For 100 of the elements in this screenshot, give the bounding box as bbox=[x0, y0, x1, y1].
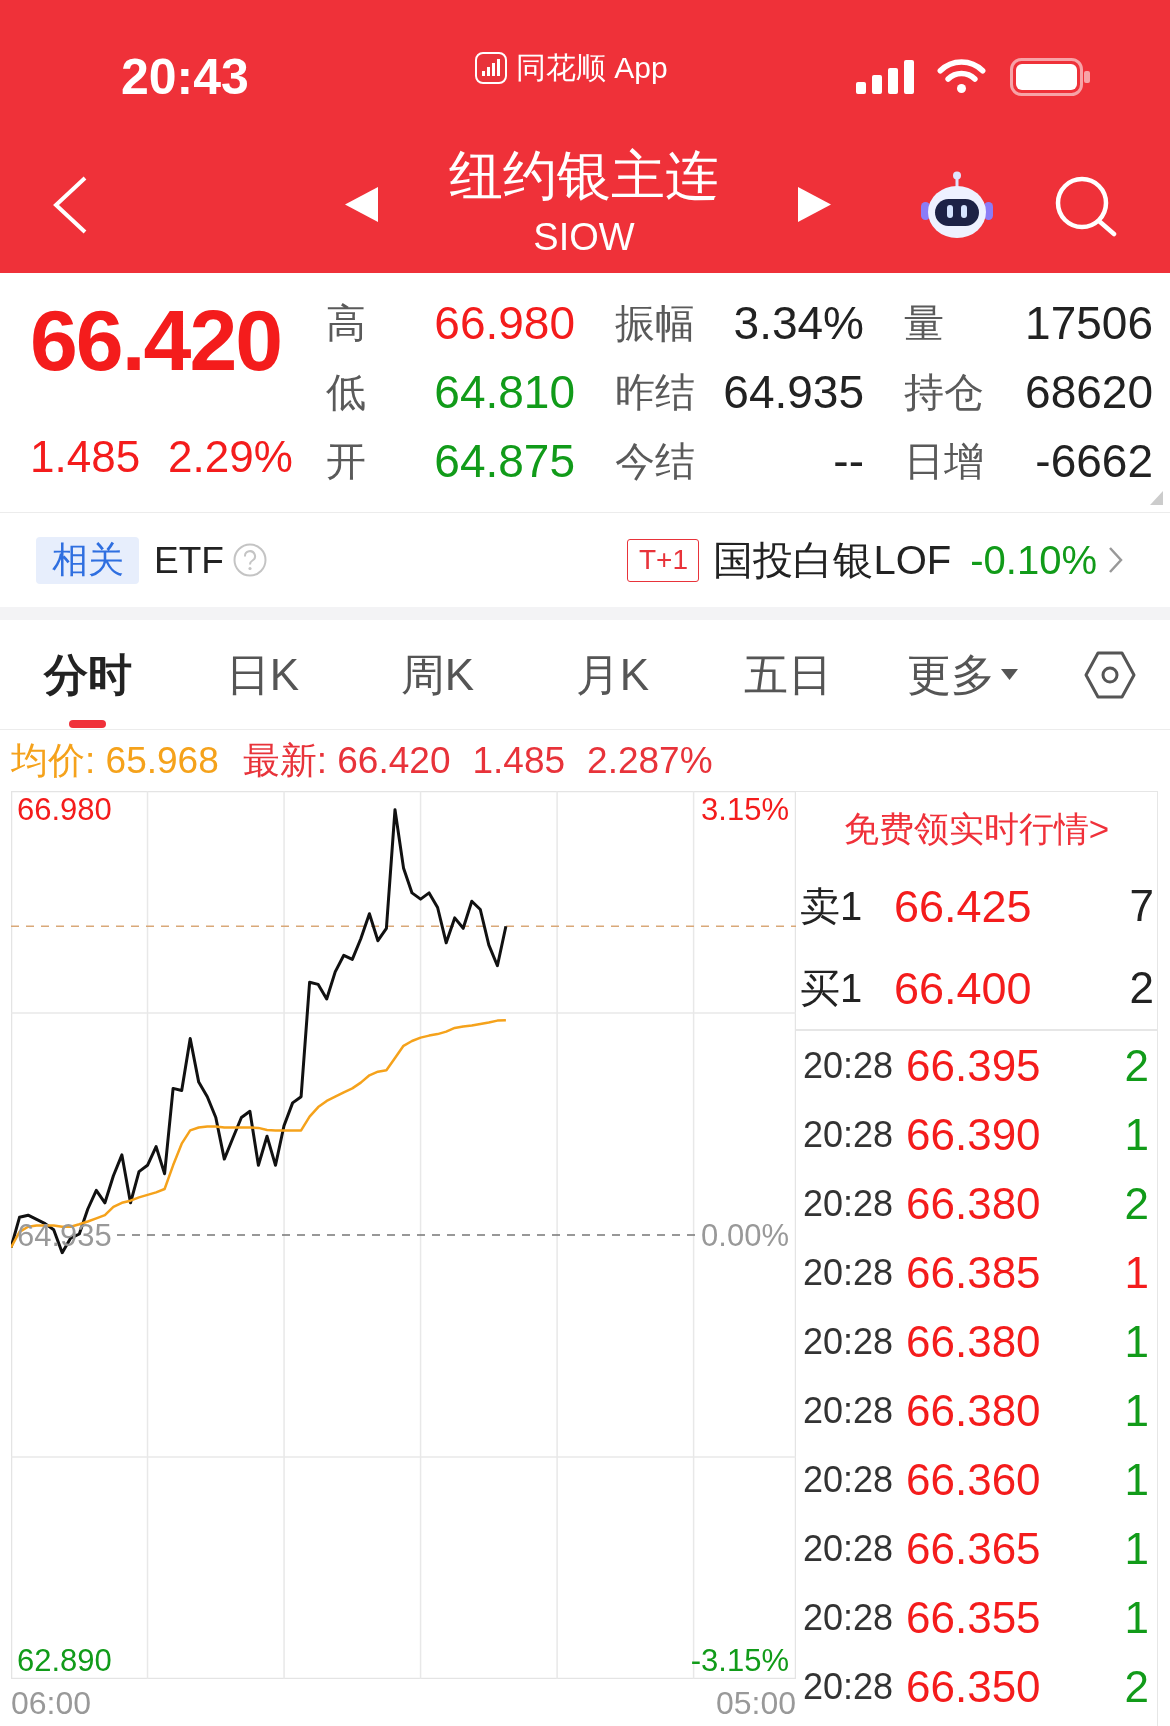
chart-tab[interactable]: 月K bbox=[525, 620, 700, 729]
robot-icon bbox=[920, 171, 994, 240]
last-price: 66.420 bbox=[30, 297, 282, 383]
search-button[interactable] bbox=[1054, 176, 1117, 237]
trade-time: 20:28 bbox=[803, 1116, 895, 1153]
quote-value: 64.935 bbox=[723, 368, 864, 415]
trade-time: 20:28 bbox=[803, 1599, 895, 1636]
etf-label: ETF bbox=[154, 541, 224, 579]
trade-time: 20:28 bbox=[803, 1461, 895, 1498]
quote-label: 高 bbox=[326, 302, 366, 343]
change-percent: 2.29% bbox=[168, 435, 293, 479]
quote-value: 17506 bbox=[1025, 299, 1153, 346]
instrument-code: SIOW bbox=[533, 218, 635, 256]
trade-volume: 2 bbox=[1124, 1181, 1149, 1226]
trade-volume: 2 bbox=[1124, 1664, 1149, 1709]
quote-label: 日增 bbox=[904, 440, 984, 481]
trade-price: 66.380 bbox=[906, 1388, 1041, 1433]
chart-tab[interactable]: 日K bbox=[175, 620, 350, 729]
quote-value: 3.34% bbox=[733, 299, 864, 346]
assistant-button[interactable] bbox=[920, 171, 994, 240]
previous-button[interactable] bbox=[345, 187, 378, 222]
percent-axis-label: 3.15% bbox=[701, 794, 789, 826]
trade-volume: 2 bbox=[1124, 1043, 1149, 1088]
quote-value: -6662 bbox=[1035, 437, 1153, 484]
trade-price: 66.365 bbox=[906, 1526, 1041, 1571]
quote-value: 64.810 bbox=[434, 368, 575, 415]
chart-tab[interactable]: 五日 bbox=[700, 620, 875, 729]
caret-icon bbox=[1001, 669, 1018, 680]
latest-price: 最新: 66.420 bbox=[242, 742, 451, 779]
settlement-badge: T+1 bbox=[627, 538, 700, 582]
back-to-app-link[interactable]: 同花顺 App bbox=[516, 53, 668, 83]
quote-label: 持仓 bbox=[904, 371, 984, 412]
trade-volume: 1 bbox=[1124, 1388, 1149, 1433]
quote-label: 昨结 bbox=[615, 371, 695, 412]
trade-time: 20:28 bbox=[803, 1185, 895, 1222]
status-time: 20:43 bbox=[121, 49, 249, 105]
price-axis-label: 62.890 bbox=[17, 1644, 112, 1676]
instrument-title: 纽约银主连 bbox=[449, 148, 719, 202]
signal-icon bbox=[856, 60, 914, 94]
trade-time: 20:28 bbox=[803, 1323, 895, 1360]
chevron-left-icon bbox=[53, 176, 88, 234]
settings-icon bbox=[1084, 649, 1136, 700]
quote-label: 振幅 bbox=[615, 302, 695, 343]
quote-label: 量 bbox=[904, 302, 944, 343]
free-quote-link[interactable]: 免费领实时行情> bbox=[843, 811, 1110, 846]
trade-time: 20:28 bbox=[803, 1254, 895, 1291]
related-tag: 相关 bbox=[36, 536, 139, 584]
percent-axis-label: 0.00% bbox=[701, 1219, 789, 1251]
next-button[interactable] bbox=[798, 187, 831, 222]
order-label: 买1 bbox=[800, 968, 864, 1008]
trade-time: 20:28 bbox=[803, 1530, 895, 1567]
quote-label: 开 bbox=[326, 440, 366, 481]
trade-volume: 1 bbox=[1124, 1112, 1149, 1157]
right-triangle-icon bbox=[798, 187, 831, 222]
trade-price: 66.355 bbox=[906, 1595, 1041, 1640]
time-axis-label: 05:00 bbox=[715, 1686, 796, 1719]
triangle-icon bbox=[1150, 491, 1163, 505]
latest-percent: 2.287% bbox=[587, 742, 713, 779]
back-button[interactable] bbox=[53, 176, 88, 234]
trade-time: 20:28 bbox=[803, 1047, 895, 1084]
trade-price: 66.380 bbox=[906, 1319, 1041, 1364]
app-icon bbox=[475, 52, 507, 84]
order-label: 卖1 bbox=[800, 886, 864, 926]
fund-change: -0.10% bbox=[970, 540, 1097, 580]
trade-volume: 1 bbox=[1124, 1250, 1149, 1295]
percent-axis-label: -3.15% bbox=[690, 1644, 789, 1676]
trade-price: 66.350 bbox=[906, 1664, 1041, 1709]
price-axis-label: 66.980 bbox=[17, 794, 112, 826]
trade-price: 66.360 bbox=[906, 1457, 1041, 1502]
chart-tab[interactable]: 周K bbox=[350, 620, 525, 729]
time-axis-label: 06:00 bbox=[11, 1686, 92, 1719]
quote-label: 今结 bbox=[615, 440, 695, 481]
trade-price: 66.385 bbox=[906, 1250, 1041, 1295]
chart-tab[interactable]: 分时 bbox=[0, 620, 175, 729]
left-triangle-icon bbox=[345, 187, 378, 222]
quote-label: 低 bbox=[326, 371, 366, 412]
trade-price: 66.380 bbox=[906, 1181, 1041, 1226]
trade-volume: 1 bbox=[1124, 1457, 1149, 1502]
wifi-icon bbox=[936, 58, 987, 94]
latest-change: 1.485 bbox=[472, 742, 566, 779]
order-price: 66.425 bbox=[894, 883, 1032, 929]
trade-time: 20:28 bbox=[803, 1392, 895, 1429]
order-volume: 2 bbox=[1129, 966, 1154, 1010]
trade-volume: 1 bbox=[1124, 1319, 1149, 1364]
battery-icon bbox=[1010, 58, 1090, 96]
chart-tab[interactable]: 更多 bbox=[875, 620, 1050, 729]
trade-price: 66.390 bbox=[906, 1112, 1041, 1157]
order-volume: 7 bbox=[1129, 884, 1154, 928]
quote-value: 64.875 bbox=[434, 437, 575, 484]
trade-time: 20:28 bbox=[803, 1668, 895, 1705]
trade-price: 66.395 bbox=[906, 1043, 1041, 1088]
quote-value: 68620 bbox=[1025, 368, 1153, 415]
average-price: 均价: 65.968 bbox=[11, 742, 219, 779]
price-change: 1.485 bbox=[30, 435, 141, 479]
fund-name[interactable]: 国投白银LOF bbox=[713, 540, 952, 580]
tab-underline bbox=[69, 720, 106, 728]
trade-volume: 1 bbox=[1124, 1595, 1149, 1640]
chevron-right-icon[interactable] bbox=[1108, 546, 1123, 574]
order-price: 66.400 bbox=[894, 965, 1032, 1011]
trade-volume: 1 bbox=[1124, 1526, 1149, 1571]
